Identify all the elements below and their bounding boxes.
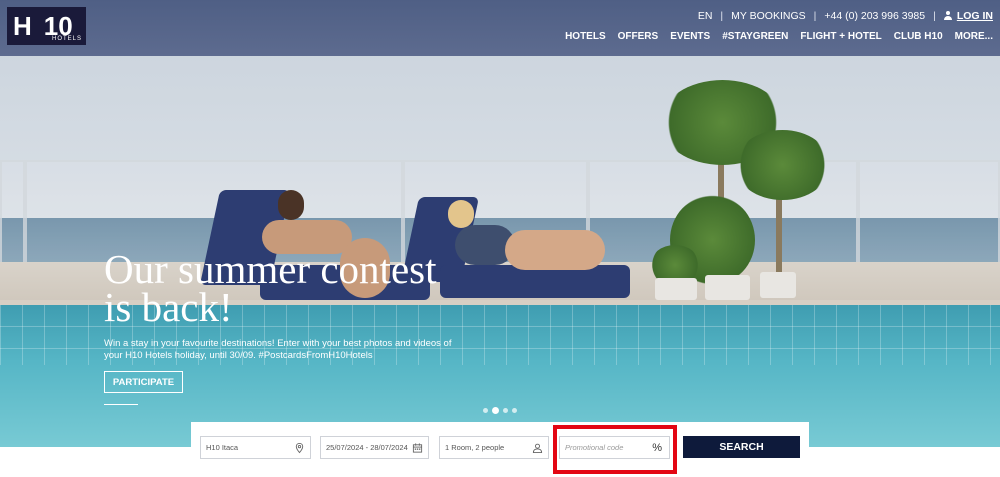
rooms-guests-field[interactable]: 1 Room, 2 people [439,436,549,459]
logo-letter: H [13,10,32,41]
dates-field[interactable]: 25/07/2024 - 28/07/2024 [320,436,429,459]
my-bookings-link[interactable]: MY BOOKINGS [723,10,814,22]
headline-underline [104,404,138,405]
nav-item-offers[interactable]: OFFERS [618,31,659,42]
glass-railing [0,160,25,275]
carousel-dot[interactable] [503,408,508,413]
main-nav: HOTELS OFFERS EVENTS #STAYGREEN FLIGHT +… [565,31,993,42]
hero-headline: Our summer contest is back! [104,246,524,330]
hero-description: Win a stay in your favourite destination… [104,338,484,362]
rooms-guests-value: 1 Room, 2 people [445,443,505,452]
nav-item-more[interactable]: MORE... [955,31,993,42]
promo-code-highlight-box [553,425,677,474]
nav-item-staygreen[interactable]: #STAYGREEN [722,31,788,42]
phone-number[interactable]: +44 (0) 203 996 3985 [816,10,933,22]
nav-item-flight-hotel[interactable]: FLIGHT + HOTEL [800,31,881,42]
map-pin-icon [295,442,304,454]
login-label: LOG IN [956,10,993,22]
description-line: your H10 Hotels holiday, until 30/09. #P… [104,350,373,361]
logo-subtitle: HOTELS [52,36,83,42]
description-line: Win a stay in your favourite destination… [104,338,452,349]
palm-leaves [735,130,830,200]
planter [760,272,796,298]
search-button[interactable]: SEARCH [683,436,800,458]
dates-value: 25/07/2024 - 28/07/2024 [326,443,408,452]
headline-line: is back! [104,284,233,330]
nav-item-hotels[interactable]: HOTELS [565,31,606,42]
planter [705,275,750,300]
site-header: H 10 HOTELS EN | MY BOOKINGS | +44 (0) 2… [0,0,1000,56]
nav-item-club-h10[interactable]: CLUB H10 [894,31,943,42]
headline-line: Our summer contest [104,246,437,292]
carousel-dots [483,407,517,414]
carousel-dot[interactable] [512,408,517,413]
glass-railing [858,160,1000,275]
hotel-destination-value: H10 Itaca [206,443,239,452]
planter [655,278,697,300]
nav-item-events[interactable]: EVENTS [670,31,710,42]
hotel-destination-field[interactable]: H10 Itaca [200,436,311,459]
user-icon [943,11,952,20]
calendar-icon [412,443,423,453]
carousel-dot[interactable] [483,408,488,413]
participate-button[interactable]: PARTICIPATE [104,371,183,393]
utility-nav: EN | MY BOOKINGS | +44 (0) 203 996 3985 … [690,10,993,22]
login-link[interactable]: LOG IN [936,10,993,22]
language-selector[interactable]: EN [690,10,721,22]
person-icon [532,443,543,454]
sunbather-head [278,190,304,220]
carousel-dot-active[interactable] [492,407,499,414]
booking-search-panel: H10 Itaca 25/07/2024 - 28/07/2024 1 Room… [191,422,809,477]
h10-logo[interactable]: H 10 HOTELS [7,7,86,45]
sunbather-head [448,200,474,228]
